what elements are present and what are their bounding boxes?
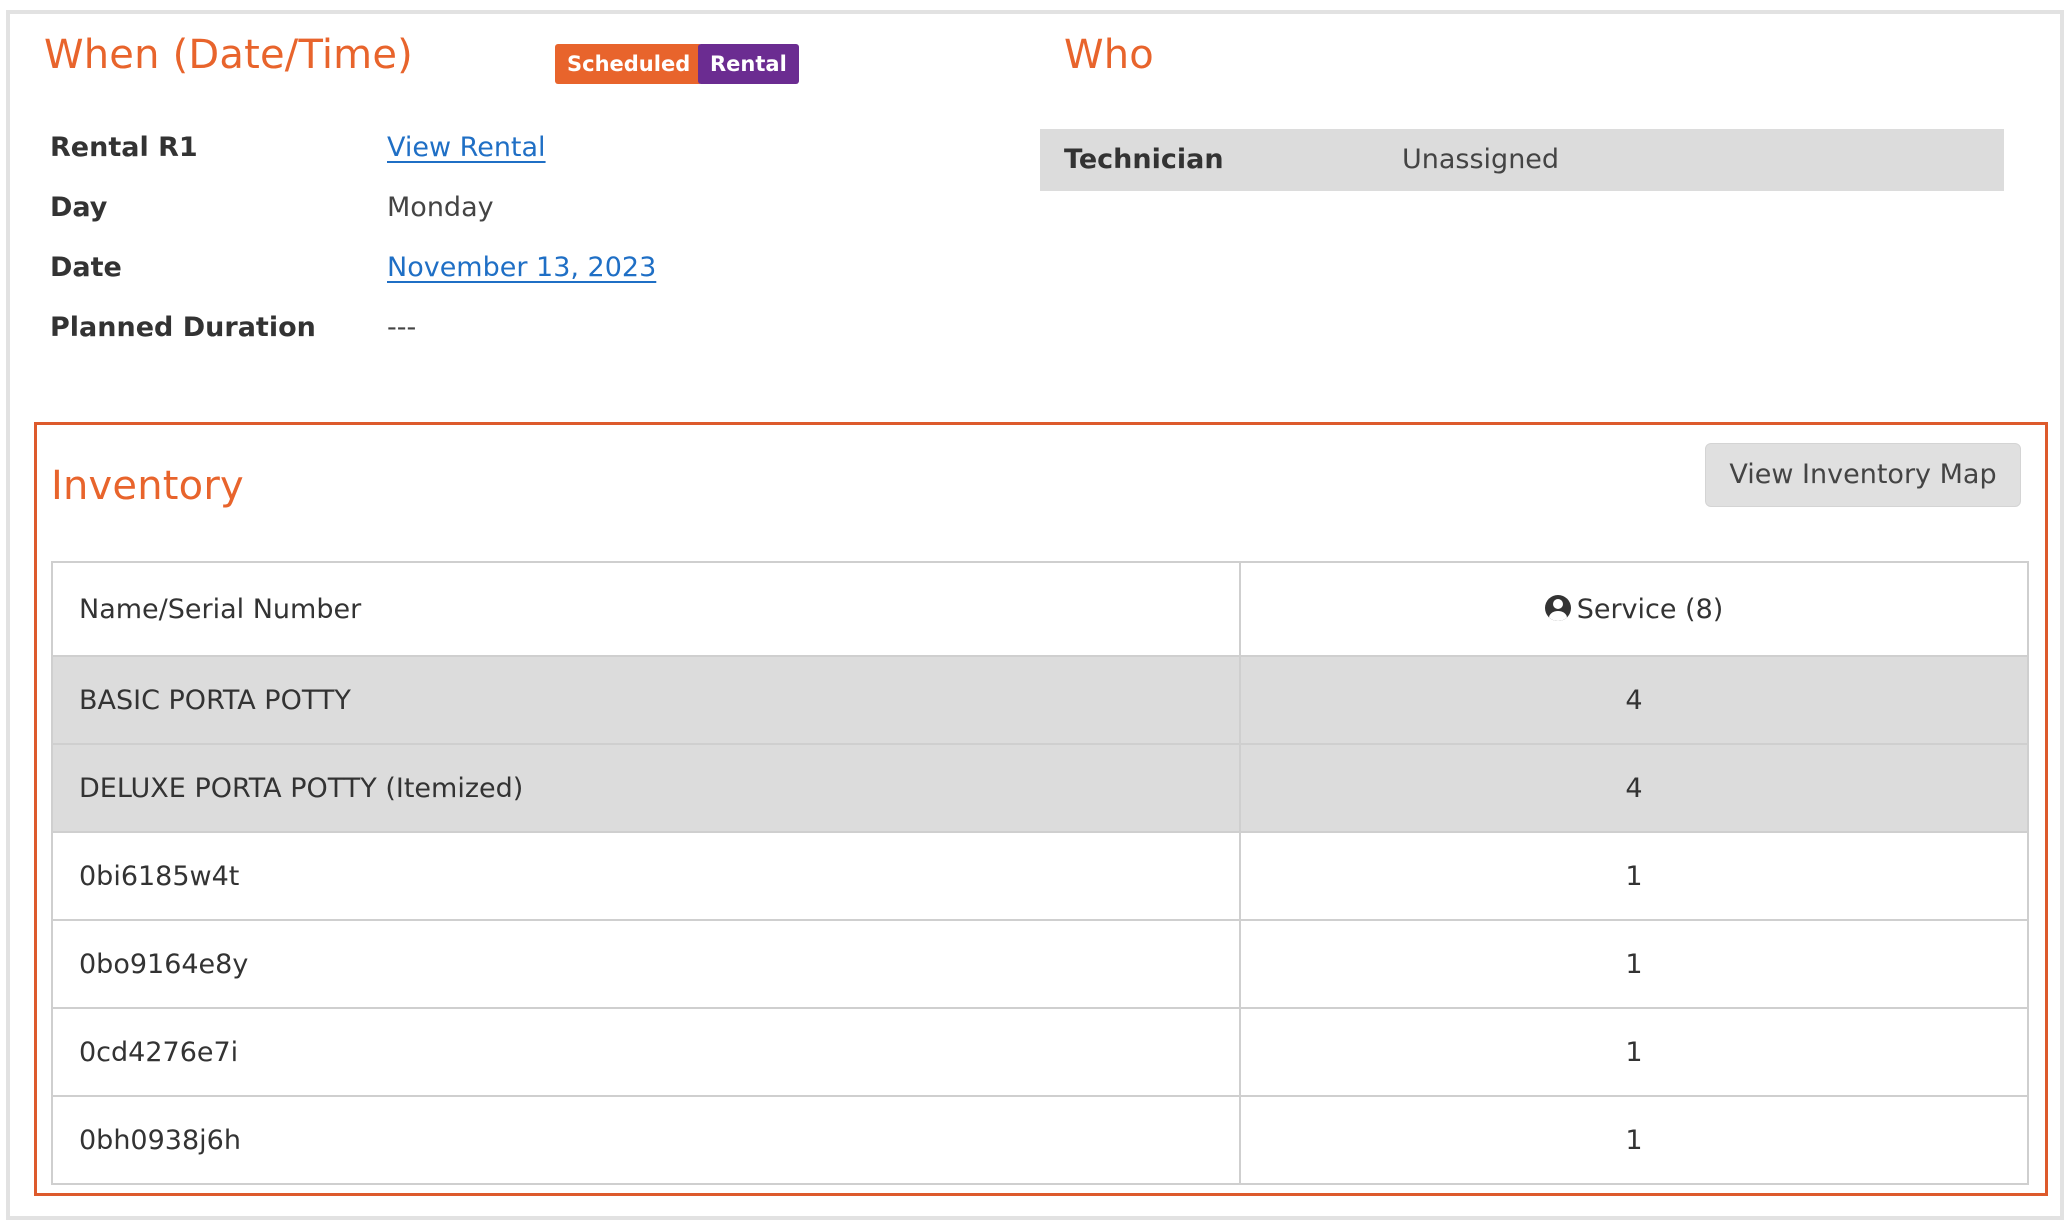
technician-label: Technician [1064, 144, 1224, 175]
table-row: DELUXE PORTA POTTY (Itemized) 4 [51, 743, 2029, 833]
rental-label: Rental R1 [50, 132, 198, 163]
table-row: BASIC PORTA POTTY 4 [51, 655, 2029, 745]
rental-detail-panel: When (Date/Time) Scheduled Rental Rental… [6, 10, 2064, 1220]
who-section-title: Who [1064, 32, 1154, 78]
table-row: 0bo9164e8y 1 [51, 919, 2029, 1009]
date-label: Date [50, 252, 122, 283]
view-rental-link[interactable]: View Rental [387, 132, 546, 163]
service-count: 1 [1239, 919, 2029, 1009]
service-count: 1 [1239, 831, 2029, 921]
column-header-name: Name/Serial Number [51, 561, 1241, 657]
planned-duration-label: Planned Duration [50, 312, 316, 343]
service-count: 1 [1239, 1095, 2029, 1185]
status-badge-scheduled: Scheduled [555, 44, 703, 84]
serial-number: 0cd4276e7i [51, 1007, 1241, 1097]
table-row: 0cd4276e7i 1 [51, 1007, 2029, 1097]
serial-number: 0bo9164e8y [51, 919, 1241, 1009]
item-name: DELUXE PORTA POTTY (Itemized) [51, 743, 1241, 833]
view-inventory-map-button[interactable]: View Inventory Map [1705, 443, 2021, 507]
item-name: BASIC PORTA POTTY [51, 655, 1241, 745]
planned-duration-value: --- [387, 312, 417, 343]
inventory-section-title: Inventory [51, 463, 244, 509]
service-count: 4 [1239, 743, 2029, 833]
user-circle-icon [1544, 594, 1571, 621]
serial-number: 0bh0938j6h [51, 1095, 1241, 1185]
table-row: 0bi6185w4t 1 [51, 831, 2029, 921]
day-label: Day [50, 192, 108, 223]
date-link[interactable]: November 13, 2023 [387, 252, 656, 283]
technician-value: Unassigned [1402, 144, 1560, 175]
when-section-title: When (Date/Time) [44, 32, 413, 78]
inventory-section: Inventory View Inventory Map Name/Serial… [34, 422, 2048, 1196]
day-value: Monday [387, 192, 494, 223]
service-header-label: Service (8) [1576, 593, 1724, 625]
service-count: 1 [1239, 1007, 2029, 1097]
type-badge-rental: Rental [698, 44, 799, 84]
table-header-row: Name/Serial Number Service (8) [51, 561, 2029, 657]
service-count: 4 [1239, 655, 2029, 745]
technician-row: Technician Unassigned [1040, 129, 2004, 191]
column-header-service: Service (8) [1239, 561, 2029, 657]
inventory-table: Name/Serial Number Service (8) BASIC POR… [51, 561, 2029, 1185]
serial-number: 0bi6185w4t [51, 831, 1241, 921]
table-row: 0bh0938j6h 1 [51, 1095, 2029, 1185]
